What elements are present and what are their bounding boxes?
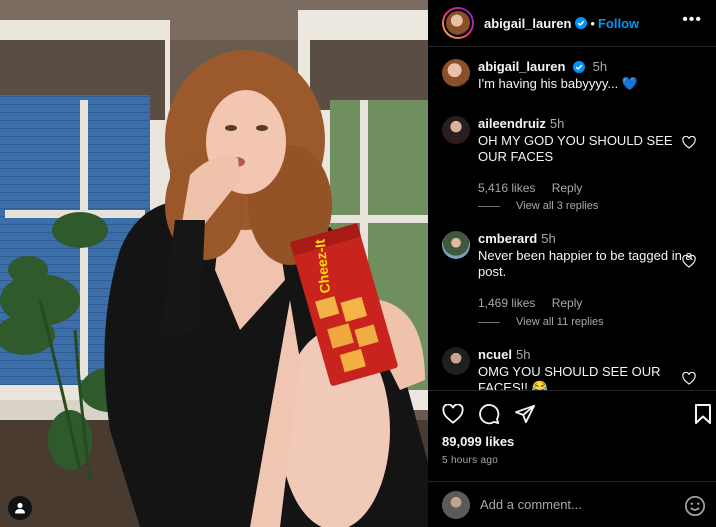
comment-username[interactable]: cmberard (478, 231, 537, 246)
author-avatar[interactable] (442, 7, 474, 39)
reply-button[interactable]: Reply (552, 181, 583, 195)
comment-avatar[interactable] (442, 116, 470, 144)
comment-avatar[interactable] (442, 231, 470, 259)
add-comment-bar: Add a comment... (428, 481, 716, 527)
comment-item: ncuel 5h OMG YOU SHOULD SEE OUR FACES!! 😂 (442, 347, 702, 390)
likes-count[interactable]: 89,099 likes (428, 434, 716, 449)
replies-divider (478, 205, 500, 207)
comment-text: OH MY GOD YOU SHOULD SEE OUR FACES (478, 133, 673, 164)
user-tag-icon (15, 502, 25, 514)
verified-badge-icon (575, 17, 588, 29)
post-timestamp[interactable]: 5 hours ago (428, 455, 716, 466)
reply-button[interactable]: Reply (552, 296, 583, 310)
comment-text: Never been happier to be tagged in a pos… (478, 248, 693, 279)
post-side-panel: abigail_lauren • Follow ••• abigail_laur… (428, 0, 716, 527)
view-replies-label[interactable]: View all 3 replies (516, 200, 598, 212)
comment-username[interactable]: aileendruiz (478, 116, 546, 131)
comment-like-icon[interactable] (682, 136, 696, 149)
header-separator: • (590, 15, 595, 31)
post-image: Cheez-It (0, 0, 428, 527)
comment-likes[interactable]: 1,469 likes (478, 296, 535, 310)
author-username[interactable]: abigail_lauren (484, 16, 571, 31)
comment-like-icon[interactable] (682, 255, 696, 268)
emoji-button[interactable] (684, 495, 706, 522)
view-replies-button[interactable]: View all 3 replies (478, 200, 598, 212)
comment-username[interactable]: ncuel (478, 347, 512, 362)
comment-text: OMG YOU SHOULD SEE OUR FACES!! 😂 (478, 364, 661, 390)
comments-list[interactable]: abigail_lauren 5h I'm having his babyyyy… (428, 48, 716, 390)
comment-time: 5h (541, 231, 556, 246)
comment-icon (479, 404, 500, 425)
comment-button[interactable] (478, 403, 500, 425)
caption-time: 5h (592, 59, 608, 74)
replies-divider (478, 321, 500, 323)
comment-avatar[interactable] (442, 347, 470, 375)
comment-like-icon[interactable] (682, 372, 696, 385)
heart-icon (442, 404, 464, 424)
follow-button[interactable]: Follow (598, 16, 639, 31)
view-replies-button[interactable]: View all 11 replies (478, 316, 604, 328)
comment-input[interactable]: Add a comment... (480, 497, 582, 512)
post-header: abigail_lauren • Follow ••• (428, 0, 716, 47)
more-icon[interactable]: ••• (682, 12, 702, 28)
user-tag-button[interactable] (8, 496, 32, 520)
caption-avatar[interactable] (442, 59, 470, 87)
like-button[interactable] (442, 404, 464, 424)
comment-item: aileendruiz 5h OH MY GOD YOU SHOULD SEE O… (442, 116, 702, 196)
caption-text: I'm having his babyyyy... 💙 (478, 76, 639, 91)
post-caption: abigail_lauren 5h I'm having his babyyyy… (442, 59, 702, 92)
comment-time: 5h (515, 347, 531, 362)
comment-likes[interactable]: 5,416 likes (478, 181, 535, 195)
save-button[interactable] (694, 404, 712, 429)
caption-username[interactable]: abigail_lauren (478, 59, 565, 74)
verified-badge-icon (573, 61, 586, 73)
post-actions: 89,099 likes 5 hours ago (428, 390, 716, 480)
comment-time: 5h (549, 116, 565, 131)
current-user-avatar[interactable] (442, 490, 470, 519)
post-photo[interactable]: Cheez-It (0, 0, 428, 527)
bookmark-icon (695, 404, 711, 424)
share-button[interactable] (514, 404, 536, 424)
share-icon (515, 404, 535, 424)
view-replies-label[interactable]: View all 11 replies (516, 316, 604, 328)
emoji-icon (685, 496, 705, 516)
comment-item: cmberard 5h Never been happier to be tagg… (442, 231, 702, 311)
